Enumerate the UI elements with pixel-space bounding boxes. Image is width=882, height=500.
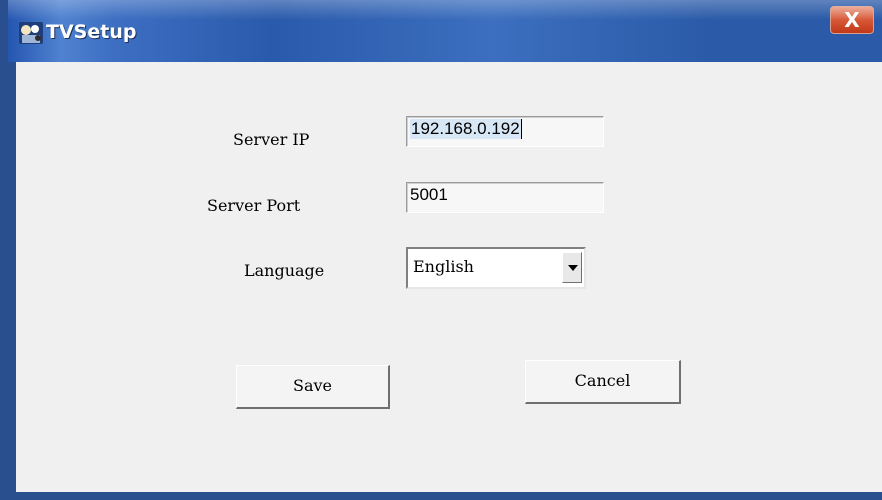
- close-icon: X: [844, 8, 860, 32]
- server-port-label: Server Port: [207, 196, 301, 215]
- save-button[interactable]: Save: [236, 365, 390, 409]
- server-ip-input[interactable]: 192.168.0.192: [406, 116, 604, 147]
- close-button[interactable]: X: [830, 6, 874, 34]
- server-ip-value: 192.168.0.192: [410, 119, 522, 139]
- language-selected-value: English: [413, 257, 474, 276]
- app-icon: [19, 22, 43, 44]
- title-bar[interactable]: TVSetup X: [8, 0, 882, 62]
- server-ip-label: Server IP: [233, 130, 310, 149]
- window-title: TVSetup: [46, 21, 137, 43]
- language-label: Language: [244, 261, 325, 280]
- language-select[interactable]: English: [406, 247, 586, 289]
- cancel-button[interactable]: Cancel: [525, 360, 681, 404]
- chevron-down-icon[interactable]: [562, 252, 582, 283]
- server-port-input[interactable]: 5001: [406, 182, 604, 213]
- server-port-value: 5001: [410, 185, 448, 204]
